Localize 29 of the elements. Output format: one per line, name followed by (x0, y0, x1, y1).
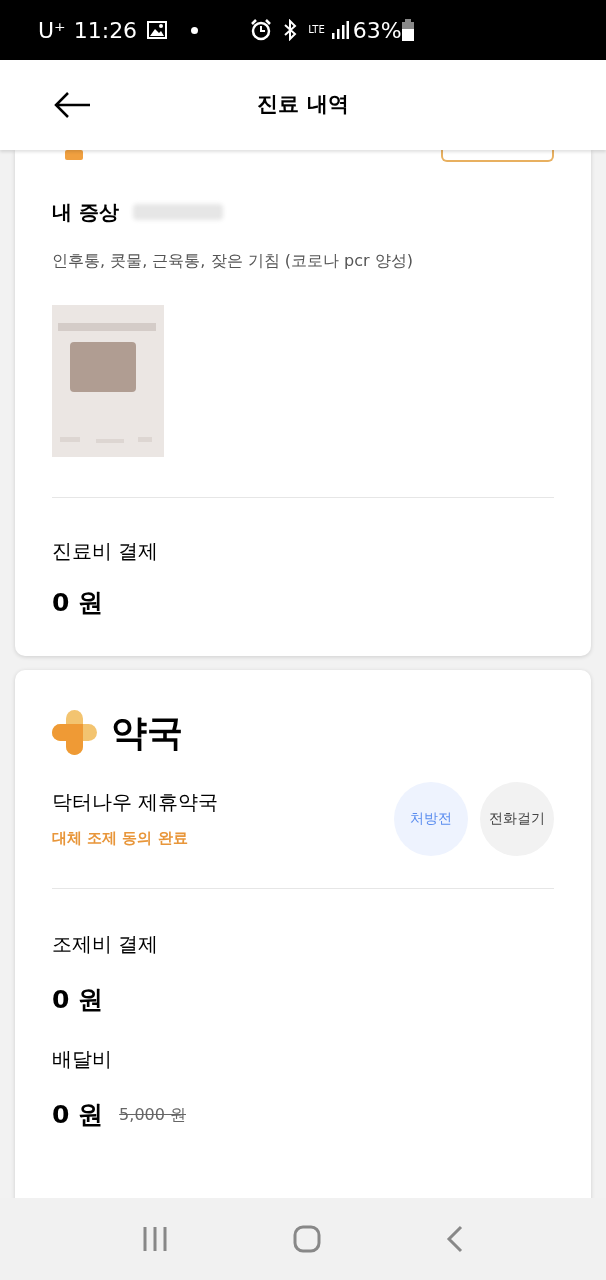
back-nav-button[interactable] (445, 1225, 464, 1253)
page-title: 진료 내역 (256, 91, 350, 119)
call-button[interactable]: 전화걸기 (480, 781, 554, 856)
recent-apps-button[interactable] (142, 1226, 169, 1252)
carrier-label: U⁺ (38, 16, 66, 45)
section-label: 조제비 결제 (52, 930, 160, 958)
section-label: 배달비 (52, 1046, 113, 1073)
section-label: 내 증상 (52, 199, 119, 226)
section-label: 진료비 결제 (52, 538, 160, 565)
battery-percent: 63% (352, 16, 402, 45)
bluetooth-icon (282, 19, 299, 41)
price-text: 0 원 (52, 983, 105, 1016)
network-label: LTE (308, 25, 325, 35)
alarm-icon (250, 19, 273, 41)
image-icon (147, 21, 168, 39)
signal-icon (330, 21, 349, 39)
back-arrow-icon (53, 91, 91, 119)
battery-icon (401, 19, 414, 41)
price-text: 0 원 (52, 587, 105, 619)
home-button[interactable] (293, 1225, 321, 1253)
original-price-text: 5,000 원 (119, 1103, 186, 1126)
symptoms-text: 인후통, 콧물, 근육통, 잦은 기침 (코로나 pcr 양성) (52, 250, 414, 272)
dot-icon (191, 26, 199, 34)
price-text: 0 원 (52, 1099, 104, 1131)
clock-time: 11:26 (73, 16, 138, 45)
status-text: 대체 조제 동의 완료 (52, 828, 189, 850)
pharmacy-name: 닥터나우 제휴약국 (52, 789, 219, 817)
section-title: 약국 (111, 710, 183, 755)
outline-button[interactable] (441, 150, 554, 162)
